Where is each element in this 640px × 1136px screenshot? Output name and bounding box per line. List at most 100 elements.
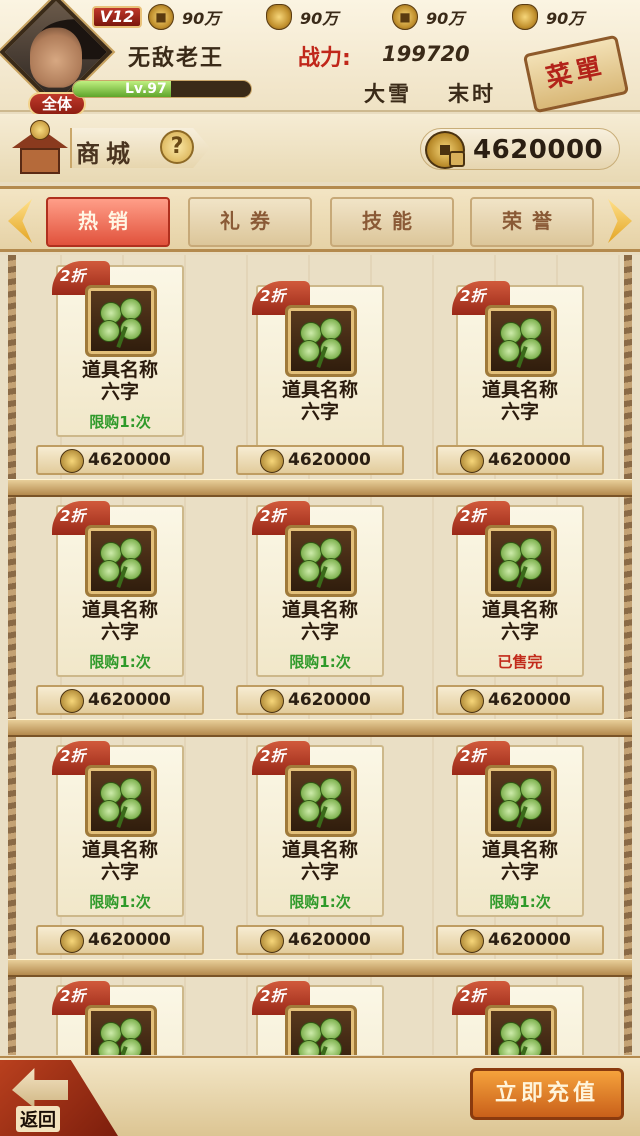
clover-icon: [296, 536, 348, 589]
purchase-limit: 限购1:次: [289, 653, 351, 671]
locked-coin-icon: [60, 449, 84, 473]
item-name: 道具名称 六字: [258, 379, 382, 423]
clover-icon: [496, 1016, 548, 1055]
tab-hot-sale[interactable]: 热销: [46, 197, 170, 247]
item-name-line: 六字: [500, 401, 539, 423]
item-name-line: 道具名称: [481, 599, 558, 621]
item-icon-frame: [85, 765, 157, 837]
back-label[interactable]: 返回: [16, 1106, 60, 1132]
clover-icon: [96, 296, 148, 349]
item-icon-frame: [285, 765, 357, 837]
clover-icon: [96, 536, 148, 589]
locked-ingot-icon: [512, 4, 538, 30]
item-name-line: 六字: [100, 621, 139, 643]
shelf-board: [8, 479, 632, 497]
shop-item-card[interactable]: 2折: [52, 981, 184, 1055]
item-name-line: 道具名称: [81, 359, 158, 381]
item-name-line: 六字: [100, 381, 139, 403]
shop-item-card[interactable]: 2折 道具名称 六字 限购1:次: [52, 501, 184, 677]
resource-copper: ■ 90万: [148, 4, 220, 30]
item-icon-frame: [285, 305, 357, 377]
shop-item-card[interactable]: 2折 道具名称 六字 限购1:次: [452, 741, 584, 917]
item-icon-frame: [285, 525, 357, 597]
shop-header: 商城 ? 4620000: [0, 114, 640, 182]
clover-icon: [96, 776, 148, 829]
vip-badge: V12: [92, 6, 142, 28]
price-value: 4620000: [288, 450, 371, 470]
item-price: 4620000: [236, 685, 404, 715]
item-name: 道具名称 六字: [258, 599, 382, 643]
item-price: 4620000: [236, 925, 404, 955]
purchase-limit: 限购1:次: [489, 893, 551, 911]
item-name-line: 道具名称: [481, 379, 558, 401]
item-name-line: 六字: [500, 621, 539, 643]
clover-icon: [296, 776, 348, 829]
shop-title: 商城: [76, 140, 136, 168]
purchase-limit: 限购1:次: [89, 893, 151, 911]
player-name: 无敌老王: [128, 46, 225, 71]
item-name: 道具名称 六字: [58, 359, 182, 403]
price-value: 4620000: [88, 930, 171, 950]
locked-coin-icon: [60, 929, 84, 953]
item-icon-frame: [485, 765, 557, 837]
shop-item-card[interactable]: 2折 道具名称 六字 限购1:次: [52, 741, 184, 917]
power-label: 战力:: [298, 46, 351, 71]
item-name: 道具名称 六字: [258, 839, 382, 883]
level-text: Lv.97: [125, 81, 167, 97]
locked-coin-icon: [260, 689, 284, 713]
shop-item-card[interactable]: 2折 道具名称 六字 限购1:次: [252, 741, 384, 917]
item-name-line: 道具名称: [281, 379, 358, 401]
tab-left-arrow-icon[interactable]: [8, 199, 32, 243]
purchase-limit: 限购1:次: [89, 413, 151, 431]
purchase-limit: 已售完: [497, 653, 543, 671]
item-icon-frame: [485, 1005, 557, 1055]
item-icon-frame: [285, 1005, 357, 1055]
recharge-button[interactable]: 立即充值: [470, 1068, 624, 1120]
clover-icon: [296, 1016, 348, 1055]
tab-honor[interactable]: 荣誉: [470, 197, 594, 247]
level-bar: Lv.97: [72, 80, 252, 98]
price-value: 4620000: [88, 450, 171, 470]
item-price: 4620000: [436, 925, 604, 955]
locked-coin-icon: [260, 929, 284, 953]
menu-button[interactable]: 菜單: [522, 34, 630, 114]
menu-label: 菜單: [543, 52, 609, 94]
avatar-face: [30, 27, 82, 88]
shop-item-card[interactable]: 2折 道具名称 六字 限购1:次: [52, 261, 184, 437]
item-name: 道具名称 六字: [458, 599, 582, 643]
locked-coin-icon: [425, 131, 465, 169]
rope-right: [624, 255, 632, 1055]
tab-right-arrow-icon[interactable]: [608, 199, 632, 243]
item-icon-frame: [85, 525, 157, 597]
shop-item-card[interactable]: 2折 道具名称 六字 限购1:次: [252, 501, 384, 677]
tab-skills[interactable]: 技能: [330, 197, 454, 247]
item-icon-frame: [85, 285, 157, 357]
clover-icon: [496, 776, 548, 829]
shop-item-card[interactable]: 2折: [452, 981, 584, 1055]
tab-vouchers[interactable]: 礼券: [188, 197, 312, 247]
item-icon-frame: [85, 1005, 157, 1055]
shop-house-icon: [12, 120, 68, 176]
shelf-board: [8, 959, 632, 977]
locked-coin-icon: [460, 929, 484, 953]
item-name-line: 道具名称: [481, 839, 558, 861]
shop-item-card[interactable]: 2折 道具名称 六字 已售完: [452, 501, 584, 677]
item-shelf[interactable]: 2折 道具名称 六字 限购1:次 4620000 2折 道具名称 六字 4620000 2折 道具名…: [0, 255, 640, 1055]
shop-item-card[interactable]: 2折 道具名称 六字: [452, 281, 584, 457]
rope-left: [8, 255, 16, 1055]
item-name-line: 六字: [500, 861, 539, 883]
balance-display: 4620000: [420, 128, 620, 170]
shop-item-card[interactable]: 2折 道具名称 六字: [252, 281, 384, 457]
balance-value: 4620000: [473, 135, 604, 165]
resource-gold: 90万: [266, 4, 338, 30]
item-name-line: 道具名称: [281, 599, 358, 621]
item-price: 4620000: [236, 445, 404, 475]
item-name: 道具名称 六字: [458, 379, 582, 423]
help-icon[interactable]: ?: [160, 130, 194, 164]
shop-item-card[interactable]: 2折: [252, 981, 384, 1055]
price-value: 4620000: [288, 930, 371, 950]
player-status-bar: 全体 V12 ■ 90万 90万 ■ 90万 90万 无敌老王 战力: 1997…: [0, 0, 640, 116]
item-name-line: 六字: [300, 621, 339, 643]
resource-value: 90万: [426, 9, 465, 28]
price-value: 4620000: [488, 930, 571, 950]
